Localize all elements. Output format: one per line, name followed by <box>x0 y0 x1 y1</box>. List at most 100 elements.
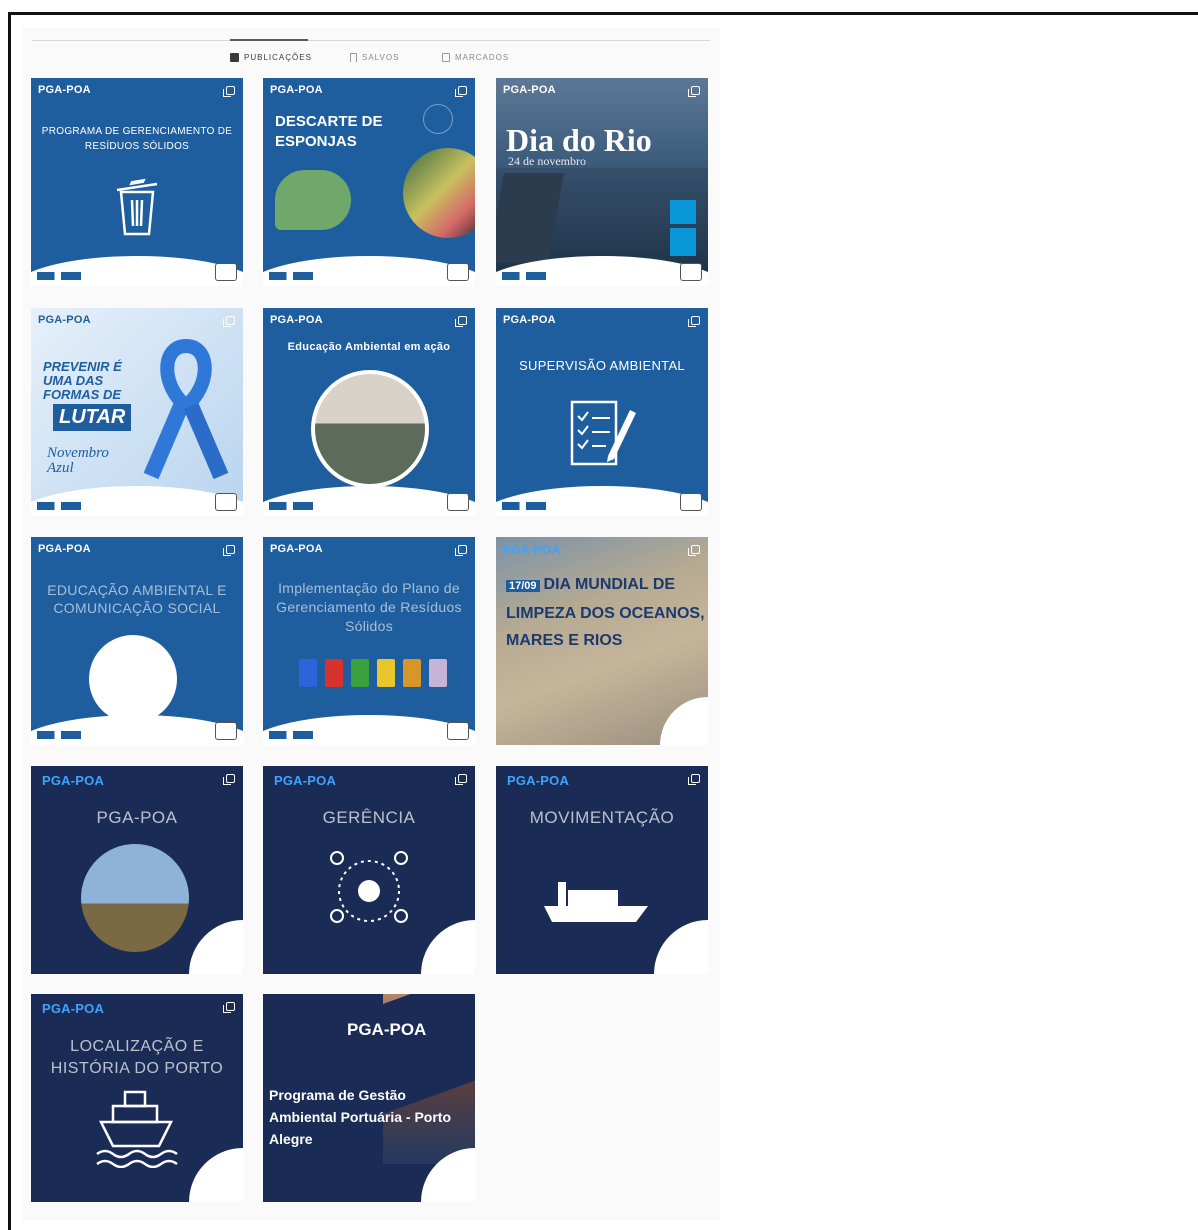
tab-label: PUBLICAÇÕES <box>244 53 312 62</box>
sdg-badge <box>670 228 696 256</box>
port-corner <box>421 920 475 974</box>
port-badge <box>215 722 237 740</box>
post-brand: PGA-POA <box>38 84 91 96</box>
carousel-icon <box>455 86 467 97</box>
post-tile[interactable]: PGA-POA 17/09 DIA MUNDIAL DE LIMPEZA DOS … <box>496 537 708 745</box>
post-brand: PGA-POA <box>503 84 556 96</box>
post-title: PGA-POA <box>96 808 178 827</box>
bin-blue-icon <box>299 659 317 687</box>
post-brand: PGA-POA <box>270 84 323 96</box>
post-footer-wave <box>31 486 243 516</box>
recycle-icon <box>423 104 453 134</box>
post-title: GERÊNCIA <box>322 808 416 827</box>
tab-label: MARCADOS <box>455 53 510 62</box>
carousel-icon <box>223 86 235 97</box>
post-brand: PGA-POA <box>503 543 561 557</box>
post-title: Implementação do Plano de Gerenciamento … <box>276 580 462 634</box>
port-badge <box>215 263 237 281</box>
carousel-icon <box>455 774 467 785</box>
profile-tabs: PUBLICAÇÕES SALVOS MARCADOS <box>22 53 720 67</box>
post-tile[interactable]: PGA-POA DESCARTE DE ESPONJAS <box>263 78 475 286</box>
post-title: Educação Ambiental em ação <box>287 341 451 353</box>
carousel-icon <box>455 545 467 556</box>
port-badge <box>680 493 702 511</box>
post-date: 17/09 <box>506 580 540 592</box>
post-title: EDUCAÇÃO AMBIENTAL E COMUNICAÇÃO SOCIAL <box>47 582 227 616</box>
post-title: PROGRAMA DE GERENCIAMENTO DE RESÍDUOS SÓ… <box>41 126 233 152</box>
ribbon-icon <box>143 338 229 480</box>
post-title: Programa de Gestão Ambiental Portuária -… <box>269 1087 452 1147</box>
post-title: SUPERVISÃO AMBIENTAL <box>519 358 685 373</box>
bookmark-icon <box>350 53 357 62</box>
post-brand: PGA-POA <box>274 773 337 788</box>
post-tile[interactable]: PGA-POA MOVIMENTAÇÃO <box>496 766 708 974</box>
checklist-icon <box>570 400 636 466</box>
tab-marcados[interactable]: MARCADOS <box>442 53 509 62</box>
ship-icon <box>96 1090 178 1168</box>
post-tile[interactable]: PGA-POA Implementação do Plano de Gerenc… <box>263 537 475 745</box>
sponsor-logos <box>37 272 81 280</box>
carousel-icon <box>688 86 700 97</box>
post-brand: PGA-POA <box>507 773 570 788</box>
bin-yellow-icon <box>377 659 395 687</box>
post-brand: PGA-POA <box>38 543 91 555</box>
carousel-icon <box>455 316 467 327</box>
post-title: LOCALIZAÇÃO E HISTÓRIA DO PORTO <box>50 1038 224 1077</box>
tag-icon <box>442 53 450 62</box>
port-corner <box>660 697 708 745</box>
post-subtitle: 24 de novembro <box>508 154 586 168</box>
post-footer-wave <box>496 486 708 516</box>
post-tile[interactable]: PGA-POA PROGRAMA DE GERENCIAMENTO DE RES… <box>31 78 243 286</box>
post-text: LUTAR <box>53 404 132 431</box>
education-diagram <box>89 635 177 723</box>
post-tile[interactable]: PGA-POA SUPERVISÃO AMBIENTAL <box>496 308 708 516</box>
post-tile[interactable]: PGA-POA PREVENIR É UMA DAS FORMAS DE LUT… <box>31 308 243 516</box>
bin-purple-icon <box>429 659 447 687</box>
carousel-icon <box>688 316 700 327</box>
post-footer-wave <box>263 486 475 516</box>
sponsor-logos <box>269 502 313 510</box>
sdg-badge <box>670 200 696 224</box>
carousel-icon <box>688 545 700 556</box>
post-tile[interactable]: PGA-POA Dia do Rio 24 de novembro <box>496 78 708 286</box>
bin-red-icon <box>325 659 343 687</box>
port-badge <box>447 263 469 281</box>
post-title-block: 17/09 DIA MUNDIAL DE LIMPEZA DOS OCEANOS,… <box>506 571 706 654</box>
cargo-ship-icon <box>544 882 648 922</box>
post-brand: PGA-POA <box>270 314 323 326</box>
post-tile[interactable]: PGA-POA EDUCAÇÃO AMBIENTAL E COMUNICAÇÃO… <box>31 537 243 745</box>
port-badge <box>215 493 237 511</box>
post-brand: PGA-POA <box>38 314 91 326</box>
port-corner <box>189 920 243 974</box>
post-brand: PGA-POA <box>42 773 105 788</box>
sponsor-logos <box>502 272 546 280</box>
post-brand: PGA-POA <box>270 543 323 555</box>
bin-green-icon <box>351 659 369 687</box>
port-corner <box>654 920 708 974</box>
post-footer-wave <box>263 256 475 286</box>
tab-salvos[interactable]: SALVOS <box>350 53 399 62</box>
active-tab-indicator <box>230 39 308 41</box>
sponsor-logos <box>502 502 546 510</box>
post-footer-wave <box>263 715 475 745</box>
sponsor-logos <box>269 731 313 739</box>
post-title: MOVIMENTAÇÃO <box>529 808 675 827</box>
post-tile[interactable]: PGA-POA LOCALIZAÇÃO E HISTÓRIA DO PORTO <box>31 994 243 1202</box>
sponsor-logos <box>37 502 81 510</box>
post-brand: PGA-POA <box>503 314 556 326</box>
bin-orange-icon <box>403 659 421 687</box>
port-badge <box>447 493 469 511</box>
speech-bubble <box>275 170 351 230</box>
tab-publicacoes[interactable]: PUBLICAÇÕES <box>230 53 312 62</box>
post-tile[interactable]: PGA-POA GERÊNCIA <box>263 766 475 974</box>
post-tile[interactable]: PGA-POA Educação Ambiental em ação <box>263 308 475 516</box>
grid-icon <box>230 53 239 62</box>
post-tile[interactable]: PGA-POA PGA-POA <box>31 766 243 974</box>
post-tile[interactable]: PGA-POA Programa de Gestão Ambiental Por… <box>263 994 475 1202</box>
post-title: DESCARTE DE ESPONJAS <box>275 113 383 150</box>
sponge-photo <box>403 148 475 238</box>
tabs-divider <box>32 40 710 41</box>
carousel-icon <box>688 774 700 785</box>
carousel-icon <box>223 774 235 785</box>
ship-photo <box>81 844 189 952</box>
